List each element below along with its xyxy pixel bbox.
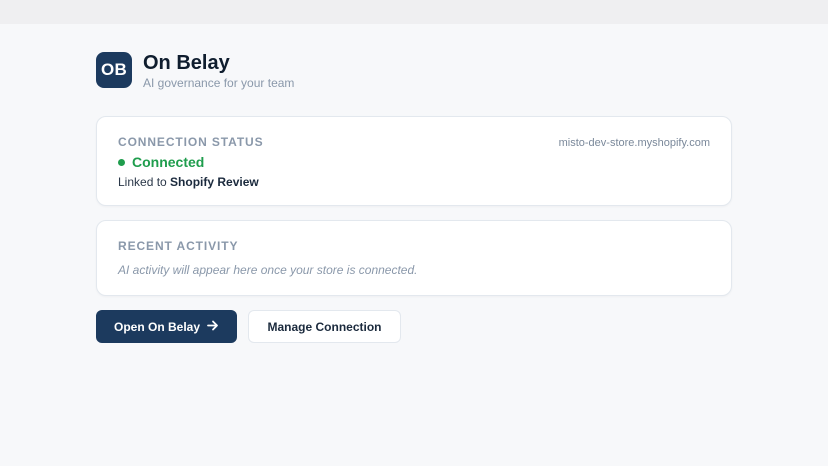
status-row: Connected (118, 154, 204, 170)
action-buttons: Open On Belay Manage Connection (96, 310, 401, 343)
activity-empty-text: AI activity will appear here once your s… (118, 263, 418, 277)
connection-status-label: CONNECTION STATUS (118, 135, 264, 149)
recent-activity-label: RECENT ACTIVITY (118, 239, 239, 253)
recent-activity-card: RECENT ACTIVITY AI activity will appear … (96, 220, 732, 296)
app-logo: OB (96, 52, 132, 88)
store-domain: misto-dev-store.myshopify.com (558, 137, 710, 149)
main-content: OB On Belay AI governance for your team … (96, 52, 732, 343)
connection-status-card: CONNECTION STATUS misto-dev-store.myshop… (96, 116, 732, 206)
app-title: On Belay (143, 52, 230, 74)
linked-to-text: Linked to Shopify Review (118, 175, 259, 189)
connection-status-text: Connected (132, 154, 205, 170)
brand-block: On Belay AI governance for your team (143, 52, 294, 90)
open-on-belay-button[interactable]: Open On Belay (96, 310, 237, 343)
manage-connection-button[interactable]: Manage Connection (248, 310, 401, 343)
linked-prefix: Linked to (118, 175, 167, 189)
arrow-right-icon (207, 319, 219, 334)
top-bar (0, 0, 828, 24)
status-dot-icon (118, 158, 125, 166)
app-header: OB On Belay AI governance for your team (96, 52, 732, 90)
app-subtitle: AI governance for your team (143, 76, 295, 90)
open-on-belay-label: Open On Belay (113, 319, 201, 334)
linked-store-name: Shopify Review (170, 175, 259, 189)
